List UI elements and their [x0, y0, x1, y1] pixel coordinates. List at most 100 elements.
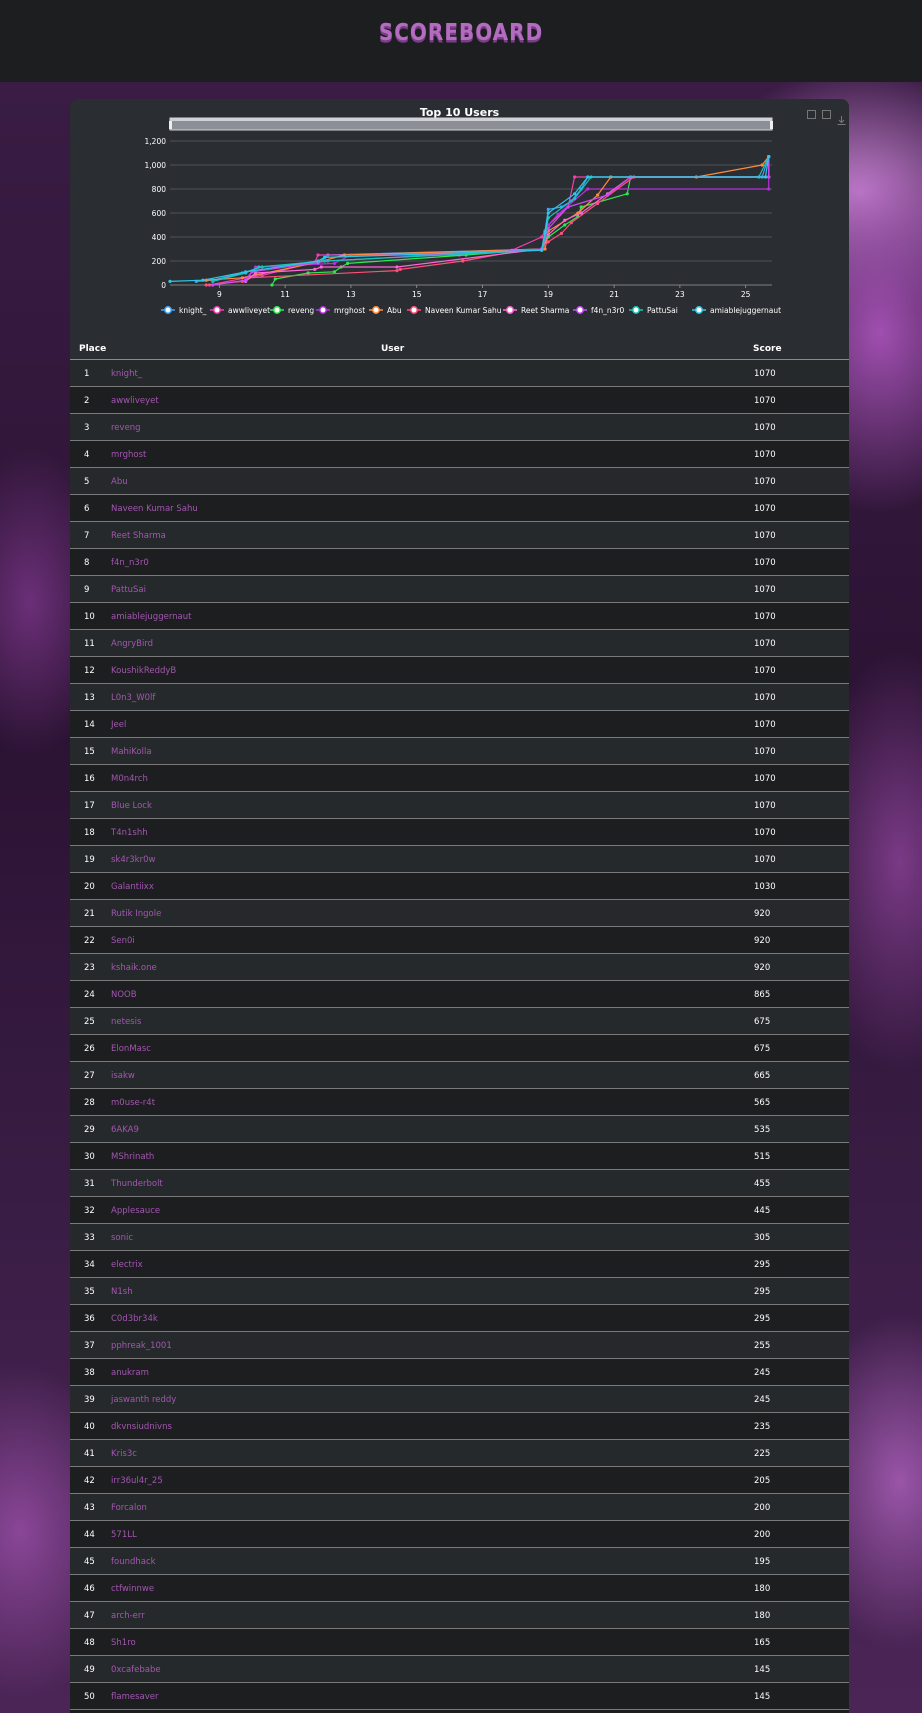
place-cell: 13: [84, 693, 95, 703]
place-cell: 20: [84, 882, 95, 892]
table-row: 2 awwliveyet 1070: [70, 387, 849, 414]
table-row: 33 sonic 305: [70, 1224, 849, 1251]
user-link[interactable]: irr36ul4r_25: [111, 1476, 163, 1486]
score-cell: 180: [754, 1584, 771, 1594]
user-link[interactable]: Jeel: [111, 720, 126, 730]
user-link[interactable]: netesis: [111, 1017, 141, 1027]
table-row: 23 kshaik.one 920: [70, 954, 849, 981]
user-link[interactable]: M0n4rch: [111, 774, 148, 784]
user-link[interactable]: arch-err: [111, 1611, 145, 1621]
data-point: [211, 279, 215, 283]
data-point: [563, 218, 567, 222]
place-cell: 7: [84, 531, 90, 541]
place-cell: 24: [84, 990, 95, 1000]
top-navbar: SCOREBOARD: [0, 0, 922, 82]
data-point: [767, 175, 771, 179]
score-cell: 1070: [754, 504, 776, 514]
place-cell: 10: [84, 612, 95, 622]
place-cell: 41: [84, 1449, 95, 1459]
user-link[interactable]: kshaik.one: [111, 963, 157, 973]
score-cell: 200: [754, 1503, 771, 1513]
data-point: [461, 259, 465, 263]
scoreboard-title: SCOREBOARD: [378, 18, 544, 46]
user-link[interactable]: C0d3br34k: [111, 1314, 158, 1324]
user-link[interactable]: sk4r3kr0w: [111, 855, 155, 865]
table-row: 17 Blue Lock 1070: [70, 792, 849, 819]
user-link[interactable]: L0n3_W0lf: [111, 693, 155, 703]
data-point: [540, 235, 544, 239]
user-link[interactable]: electrix: [111, 1260, 143, 1270]
user-link[interactable]: foundhack: [111, 1557, 156, 1567]
user-link[interactable]: reveng: [111, 423, 141, 433]
data-point: [596, 193, 600, 197]
user-link[interactable]: Rutik Ingole: [111, 909, 161, 919]
user-link[interactable]: amiablejuggernaut: [111, 612, 191, 622]
user-link[interactable]: MahiKolla: [111, 747, 152, 757]
data-point: [563, 223, 567, 227]
user-link[interactable]: Abu: [111, 477, 128, 487]
table-row: 14 Jeel 1070: [70, 711, 849, 738]
user-link[interactable]: isakw: [111, 1071, 135, 1081]
data-point: [579, 211, 583, 215]
place-cell: 3: [84, 423, 90, 433]
user-link[interactable]: anukram: [111, 1368, 149, 1378]
user-link[interactable]: flamesaver: [111, 1692, 158, 1702]
table-row: 18 T4n1shh 1070: [70, 819, 849, 846]
user-link[interactable]: Naveen Kumar Sahu: [111, 504, 198, 514]
series-line-amiablejuggernaut: [169, 156, 770, 282]
user-link[interactable]: mrghost: [111, 450, 146, 460]
data-point: [323, 259, 327, 263]
user-link[interactable]: sonic: [111, 1233, 133, 1243]
user-link[interactable]: pphreak_1001: [111, 1341, 172, 1351]
score-cell: 195: [754, 1557, 771, 1567]
place-cell: 47: [84, 1611, 95, 1621]
place-cell: 17: [84, 801, 95, 811]
y-tick-label: 0: [161, 281, 166, 290]
user-link[interactable]: N1sh: [111, 1287, 133, 1297]
user-link[interactable]: 6AKA9: [111, 1125, 139, 1135]
data-point: [556, 212, 560, 216]
user-link[interactable]: m0use-r4t: [111, 1098, 155, 1108]
user-link[interactable]: awwliveyet: [111, 396, 159, 406]
data-point: [332, 261, 337, 265]
data-point: [273, 277, 277, 281]
user-link[interactable]: Galantiixx: [111, 882, 154, 892]
place-cell: 15: [84, 747, 95, 757]
user-link[interactable]: Thunderbolt: [111, 1179, 163, 1189]
user-link[interactable]: Forcalon: [111, 1503, 147, 1513]
user-link[interactable]: jaswanth reddy: [111, 1395, 176, 1405]
place-cell: 40: [84, 1422, 95, 1432]
series-line-reveng: [271, 156, 770, 286]
legend-label: awwliveyet: [228, 306, 270, 315]
legend-marker: [632, 306, 640, 314]
user-link[interactable]: KoushikReddyB: [111, 666, 176, 676]
data-point: [625, 192, 629, 196]
place-cell: 12: [84, 666, 95, 676]
score-cell: 675: [754, 1017, 771, 1027]
user-link[interactable]: ctfwinnwe: [111, 1584, 154, 1594]
user-link[interactable]: T4n1shh: [111, 828, 148, 838]
user-link[interactable]: NOOB: [111, 990, 137, 1000]
data-point: [573, 192, 577, 196]
user-link[interactable]: MShrinath: [111, 1152, 154, 1162]
user-link[interactable]: PattuSai: [111, 585, 146, 595]
user-link[interactable]: Blue Lock: [111, 801, 152, 811]
user-link[interactable]: dkvnsiudnivns: [111, 1422, 172, 1432]
user-link[interactable]: f4n_n3r0: [111, 558, 149, 568]
table-row: 34 electrix 295: [70, 1251, 849, 1278]
user-link[interactable]: 571LL: [111, 1530, 137, 1540]
user-link[interactable]: Reet Sharma: [111, 531, 166, 541]
user-link[interactable]: ElonMasc: [111, 1044, 151, 1054]
user-link[interactable]: Kris3c: [111, 1449, 137, 1459]
place-cell: 19: [84, 855, 95, 865]
table-row: 24 NOOB 865: [70, 981, 849, 1008]
user-link[interactable]: AngryBird: [111, 639, 153, 649]
user-link[interactable]: Sh1ro: [111, 1638, 136, 1648]
data-point: [395, 265, 399, 269]
score-cell: 1070: [754, 747, 776, 757]
user-link[interactable]: 0xcafebabe: [111, 1665, 161, 1675]
user-link[interactable]: knight_: [111, 369, 142, 379]
user-link[interactable]: Sen0i: [111, 936, 135, 946]
data-point: [767, 155, 771, 159]
user-link[interactable]: Applesauce: [111, 1206, 160, 1216]
